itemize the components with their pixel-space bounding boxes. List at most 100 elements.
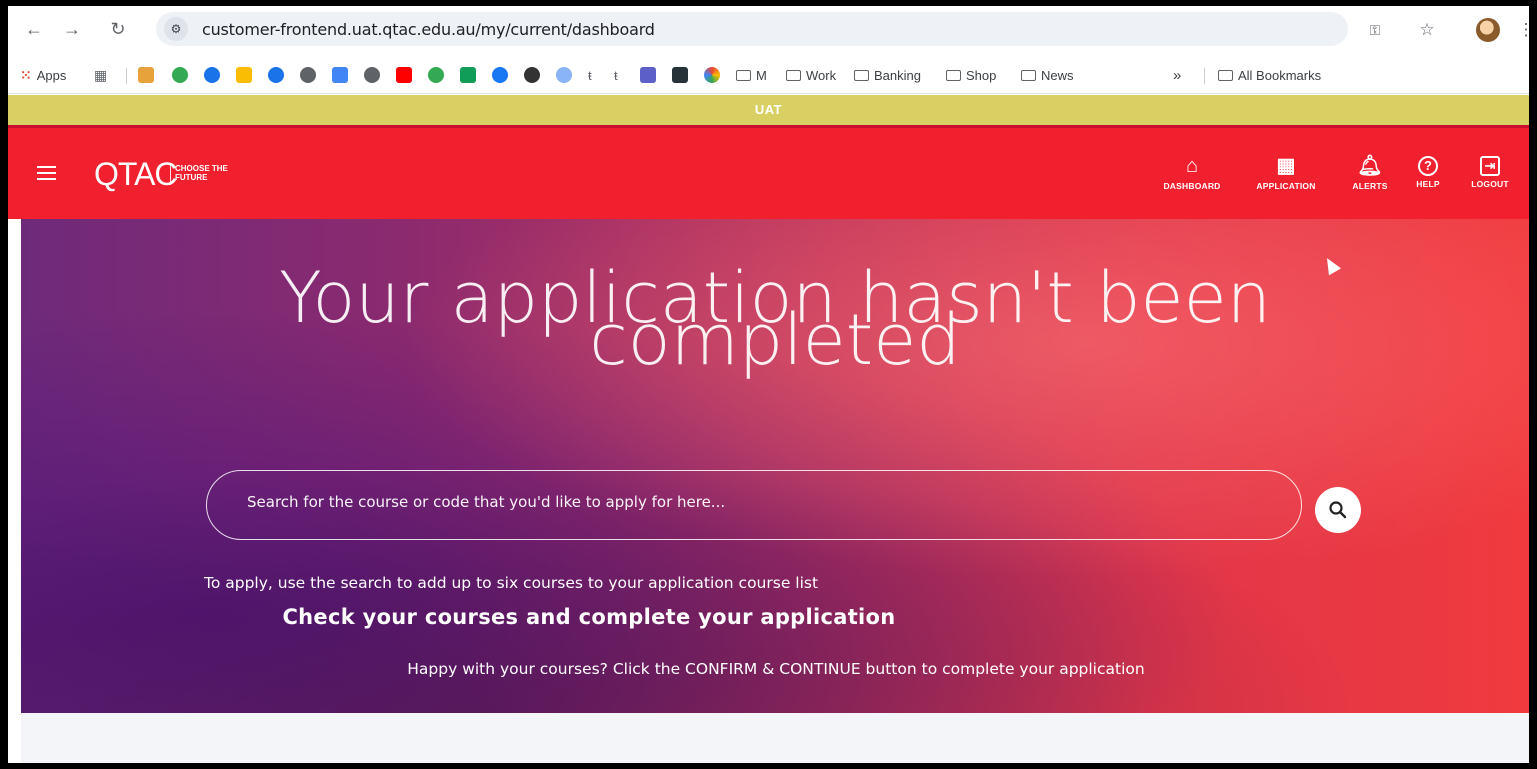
bookmark-label: News — [1041, 67, 1074, 83]
bookmark-favicon[interactable] — [332, 65, 348, 85]
bookmark-label: M — [756, 67, 767, 83]
nav-dashboard[interactable]: ⌂ DASHBOARD — [1153, 154, 1231, 191]
globe-icon — [364, 67, 380, 83]
nav-label: HELP — [1416, 179, 1440, 189]
bookmark-favicon[interactable] — [138, 65, 154, 85]
bookmark-favicon[interactable] — [428, 65, 444, 85]
bookmark-favicon[interactable] — [364, 65, 380, 85]
keep-icon — [236, 67, 252, 83]
folder-icon — [786, 69, 801, 81]
bookmark-favicon[interactable] — [236, 65, 252, 85]
bookmark-favicon[interactable] — [204, 65, 220, 85]
browser-window: ← → ↻ ⚙ customer-frontend.uat.qtac.edu.a… — [8, 6, 1529, 763]
bookmark-divider — [126, 68, 127, 84]
folder-icon — [854, 69, 869, 81]
profile-avatar[interactable] — [1476, 18, 1500, 42]
back-icon[interactable]: ← — [22, 17, 46, 41]
youtube-icon — [396, 67, 412, 83]
bookmarks-overflow-button[interactable]: » — [1173, 65, 1181, 85]
environment-banner: UAT — [8, 95, 1529, 125]
bookmark-folder-banking[interactable]: Banking — [854, 65, 921, 85]
site-info-icon[interactable]: ⚙ — [164, 17, 188, 41]
teams-icon — [640, 67, 656, 83]
logo-tagline: CHOOSE THE FUTURE — [175, 164, 228, 182]
bookmark-favicon[interactable]: ŧ — [614, 65, 618, 85]
home-icon: ⌂ — [1185, 155, 1199, 177]
bookmark-favicon[interactable] — [640, 65, 656, 85]
bookmark-label: Shop — [966, 67, 997, 83]
calendar-icon — [332, 67, 348, 83]
nav-help[interactable]: ? HELP — [1408, 154, 1448, 189]
bookmark-folder-all[interactable]: All Bookmarks — [1218, 65, 1321, 85]
photos-icon — [428, 67, 444, 83]
star-bookmark-icon[interactable]: ☆ — [1415, 18, 1439, 42]
bell-icon: 🔔︎ — [1357, 155, 1383, 177]
hamburger-menu-icon[interactable] — [37, 166, 56, 180]
bookmark-favicon[interactable] — [524, 65, 540, 85]
grid-icon: ▦ — [1276, 155, 1296, 177]
nav-logout[interactable]: ⇥ LOGOUT — [1463, 154, 1517, 189]
nav-label: DASHBOARD — [1163, 181, 1221, 191]
folder-icon — [1021, 69, 1036, 81]
bookmark-folder-news[interactable]: News — [1021, 65, 1074, 85]
check-courses-heading: Check your courses and complete your app… — [282, 605, 896, 629]
search-icon — [1329, 501, 1347, 519]
logout-icon: ⇥ — [1480, 156, 1500, 176]
bookmark-label: Work — [806, 67, 837, 83]
course-search-box[interactable] — [206, 470, 1302, 540]
bookmark-folder-m[interactable]: M — [736, 65, 767, 85]
t-icon: ŧ — [588, 67, 592, 83]
confirm-instruction: Happy with your courses? Click the CONFI… — [407, 660, 1145, 678]
mouse-cursor-icon — [1320, 254, 1342, 276]
hero-section: Your application hasn't been completed T… — [21, 219, 1529, 713]
nav-label: LOGOUT — [1471, 179, 1509, 189]
bookmark-favicon[interactable] — [172, 65, 188, 85]
camera-icon — [524, 67, 540, 83]
url-text[interactable]: customer-frontend.uat.qtac.edu.au/my/cur… — [202, 20, 655, 39]
help-icon: ? — [1418, 156, 1438, 176]
bookmark-favicon[interactable] — [492, 65, 508, 85]
bookmark-favicon[interactable] — [460, 65, 476, 85]
content-area — [21, 713, 1529, 763]
reload-icon[interactable]: ↻ — [106, 17, 130, 41]
bookmark-favicon[interactable] — [704, 65, 720, 85]
bookmark-favicon[interactable]: ŧ — [588, 65, 592, 85]
bookmark-label: All Bookmarks — [1238, 67, 1322, 83]
t-icon: ŧ — [614, 67, 618, 83]
nav-application[interactable]: ▦ APPLICATION — [1242, 154, 1330, 191]
drive-icon — [460, 67, 476, 83]
nav-alerts[interactable]: 🔔︎ ALERTS — [1345, 154, 1395, 191]
logo-divider — [170, 163, 171, 185]
forward-icon[interactable]: → — [60, 17, 84, 41]
bookmarks-bar: ⁙ Apps ▦ ŧ ŧ M Work Banking Shop News » … — [8, 56, 1529, 94]
menu-kebab-icon[interactable]: ⋮ — [1514, 18, 1530, 42]
tab-grid-icon[interactable]: ▦ — [94, 65, 107, 85]
bookmark-favicon[interactable] — [556, 65, 572, 85]
course-search-input[interactable] — [247, 493, 1247, 511]
bookmark-favicon-icon — [138, 67, 154, 83]
bookmark-favicon[interactable] — [268, 65, 284, 85]
browser-toolbar: ← → ↻ ⚙ customer-frontend.uat.qtac.edu.a… — [8, 6, 1529, 56]
hero-title: Your application hasn't been completed — [21, 263, 1529, 381]
folder-icon — [1218, 69, 1233, 81]
circle-icon — [556, 67, 572, 83]
search-button[interactable] — [1315, 487, 1361, 533]
bookmark-favicon[interactable] — [672, 65, 688, 85]
bookmark-apps[interactable]: ⁙ Apps — [20, 65, 66, 85]
bookmark-folder-work[interactable]: Work — [786, 65, 836, 85]
globe-icon — [300, 67, 316, 83]
hero-title-line2: completed — [589, 299, 961, 381]
folder-icon — [946, 69, 961, 81]
colorwheel-icon — [704, 67, 720, 83]
bookmark-folder-shop[interactable]: Shop — [946, 65, 996, 85]
nav-label: ALERTS — [1352, 181, 1388, 191]
bookmark-favicon[interactable] — [396, 65, 412, 85]
bookmark-label: Apps — [36, 67, 67, 83]
qtac-logo[interactable]: QTAC — [94, 156, 178, 193]
bookmark-favicon[interactable] — [300, 65, 316, 85]
pinwheel-icon — [172, 67, 188, 83]
person-icon — [204, 67, 220, 83]
nav-label: APPLICATION — [1256, 181, 1316, 191]
password-key-icon[interactable]: ⚿ — [1363, 18, 1387, 42]
search-instruction: To apply, use the search to add up to si… — [204, 574, 819, 592]
